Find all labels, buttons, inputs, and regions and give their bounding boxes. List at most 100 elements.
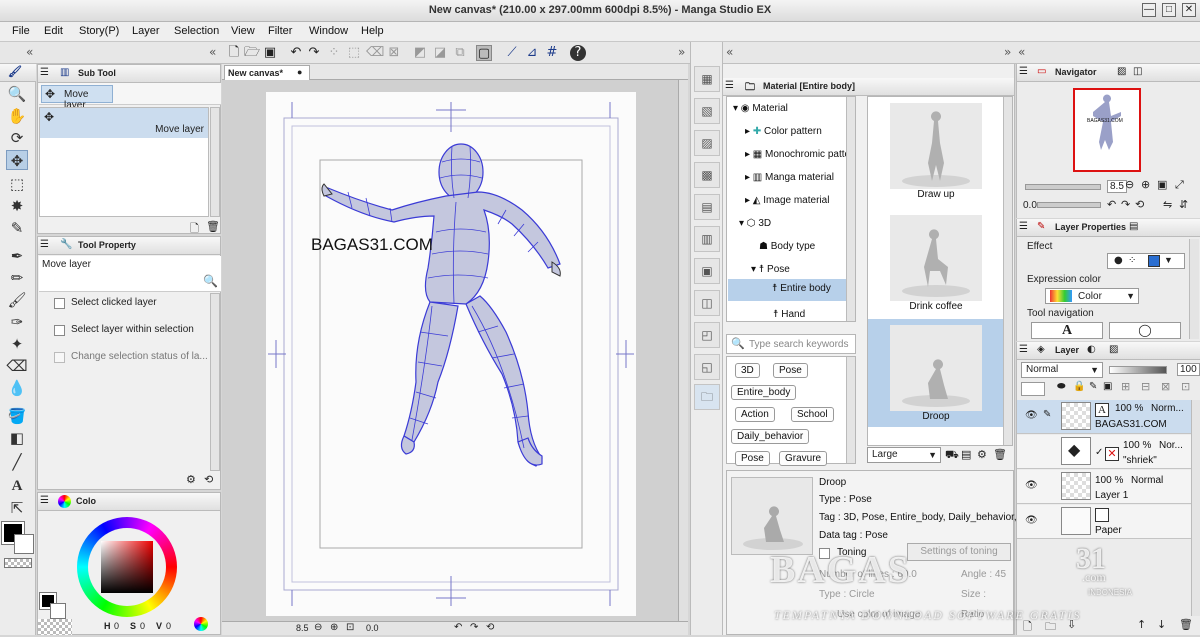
- minimize-button[interactable]: —: [1142, 3, 1156, 17]
- layer-properties-menu-icon[interactable]: ☰: [1019, 221, 1028, 232]
- layer-options-icon[interactable]: ⊡: [1181, 380, 1190, 393]
- tag-pose[interactable]: Pose: [735, 451, 770, 466]
- clear-icon[interactable]: ⁘: [326, 45, 342, 61]
- tag-gravure[interactable]: Gravure: [779, 451, 828, 466]
- undo-icon[interactable]: ↶: [288, 45, 304, 61]
- tag-daily-behavior[interactable]: Daily_behavior: [731, 429, 810, 444]
- marquee-tool-icon[interactable]: ⬚: [6, 174, 28, 194]
- layer-row-layer1[interactable]: 👁 100 % Normal Layer 1: [1017, 470, 1200, 504]
- layer-properties-tab-label[interactable]: Layer Properties: [1055, 222, 1126, 232]
- animation-tab-icon[interactable]: ◐: [1087, 344, 1096, 355]
- paste-material-icon[interactable]: ⛟: [945, 448, 959, 463]
- line-tool-icon[interactable]: ╱: [6, 452, 28, 472]
- draft-layer-icon[interactable]: ✎: [1089, 381, 1097, 392]
- tree-item-hand[interactable]: ☨ Hand: [773, 309, 805, 320]
- blend-mode-select[interactable]: Normal ▼: [1021, 362, 1103, 378]
- thumbnail-scrollbar[interactable]: [1003, 97, 1012, 445]
- tree-item-monochromic[interactable]: ▸ ▦ Monochromic patte: [745, 149, 850, 160]
- menu-edit[interactable]: Edit: [44, 25, 63, 37]
- subtool-group-button[interactable]: ✥ Move layer: [41, 85, 113, 111]
- material-strip-image-icon[interactable]: ▩: [694, 162, 720, 188]
- menu-file[interactable]: File: [12, 25, 30, 37]
- tree-item-3d[interactable]: ▾ ⬡ 3D: [739, 218, 771, 229]
- tag-action[interactable]: Action: [735, 407, 775, 422]
- lock-layer-icon[interactable]: 🔒: [1073, 381, 1085, 392]
- material-strip-picture-icon[interactable]: ◰: [694, 322, 720, 348]
- reference-layer-icon[interactable]: ⬬: [1057, 381, 1066, 392]
- delete-subtool-icon[interactable]: 🗑: [206, 220, 220, 233]
- material-menu-icon[interactable]: ☰: [725, 80, 734, 91]
- hue-ring[interactable]: [77, 517, 177, 617]
- tool-settings-gear-icon[interactable]: ⚙: [186, 473, 196, 486]
- nav-zoom-out-icon[interactable]: ⊖: [1125, 178, 1134, 191]
- navigator-tab-label[interactable]: Navigator: [1055, 67, 1097, 77]
- airbrush-tool-icon[interactable]: ✑: [6, 312, 28, 332]
- fit-view-icon[interactable]: ⊡: [346, 622, 354, 633]
- history-tab-icon[interactable]: ▨: [1109, 344, 1118, 355]
- subtool-scrollbar[interactable]: [210, 107, 220, 217]
- menu-story[interactable]: Story(P): [79, 25, 119, 37]
- collapse-canvas-icon[interactable]: »: [678, 45, 685, 59]
- clear-selection-icon[interactable]: ⌫: [366, 45, 384, 61]
- saturation-square[interactable]: [101, 541, 153, 593]
- object-tool-icon[interactable]: ⇱: [6, 498, 28, 518]
- color-mode-icon[interactable]: [194, 617, 208, 631]
- material-strip-pattern-icon[interactable]: ▧: [694, 98, 720, 124]
- eraser-tool-icon[interactable]: ⌫: [6, 356, 28, 376]
- gradient-tool-icon[interactable]: ◧: [6, 428, 28, 448]
- expression-color-select[interactable]: Color ▼: [1045, 288, 1139, 304]
- navigator-zoom-slider[interactable]: [1025, 184, 1101, 190]
- fill-icon[interactable]: ◪: [432, 45, 448, 61]
- nav-rotate-left-icon[interactable]: ↶: [1107, 198, 1116, 211]
- help-icon[interactable]: ?: [570, 45, 586, 61]
- rotate-right-icon[interactable]: ↷: [470, 622, 478, 633]
- material-strip-effect-icon[interactable]: ◫: [694, 290, 720, 316]
- new-file-icon[interactable]: 🗋: [226, 45, 242, 61]
- mask-layer-icon[interactable]: ▣: [1103, 381, 1112, 392]
- layer-tab-label[interactable]: Layer: [1055, 345, 1079, 355]
- tree-item-pose[interactable]: ▾ ☨ Pose: [751, 264, 790, 275]
- tree-item-image-material[interactable]: ▸ ◭ Image material: [745, 195, 829, 206]
- text-navigation-button[interactable]: A: [1031, 322, 1103, 339]
- thumbnail-draw-up[interactable]: Draw up: [868, 97, 1004, 207]
- opacity-slider[interactable]: [1109, 366, 1167, 374]
- edit-pen-icon[interactable]: ✎: [1043, 409, 1051, 420]
- toning-settings-button[interactable]: Settings of toning: [907, 543, 1011, 561]
- new-folder-icon[interactable]: ⊠: [1161, 380, 1170, 393]
- menu-selection[interactable]: Selection: [174, 25, 219, 37]
- tag-pose[interactable]: Pose: [773, 363, 808, 378]
- effect-buttons[interactable]: ● ⁘ ▼: [1107, 253, 1185, 269]
- collapse-nav-icon[interactable]: »: [1004, 45, 1011, 59]
- navigator-rotate-slider[interactable]: [1037, 202, 1101, 208]
- tag-entire-body[interactable]: Entire_body: [731, 385, 797, 400]
- visibility-eye-icon[interactable]: 👁: [1025, 515, 1038, 526]
- collapse-subtool-icon[interactable]: «: [209, 45, 216, 59]
- rotate-left-icon[interactable]: ↶: [454, 622, 462, 633]
- select-within-selection-checkbox[interactable]: [54, 325, 65, 336]
- brush-tool-icon[interactable]: 🖌: [6, 290, 28, 310]
- info-tab-icon[interactable]: ◫: [1133, 66, 1142, 77]
- secondary-color-swatch[interactable]: [50, 603, 66, 619]
- open-file-icon[interactable]: 🗁: [244, 45, 260, 61]
- subtool-menu-icon[interactable]: ☰: [40, 67, 49, 78]
- sub-color-swatch[interactable]: [14, 534, 34, 554]
- zoom-out-icon[interactable]: ⊖: [314, 622, 322, 633]
- invert-icon[interactable]: ⧉: [452, 45, 468, 61]
- material-strip-screen-icon[interactable]: ▥: [694, 226, 720, 252]
- magic-wand-tool-icon[interactable]: ✸: [6, 196, 28, 216]
- thumbnail-size-select[interactable]: Large ▼: [867, 447, 941, 463]
- tool-property-tab-label[interactable]: Tool Property: [78, 240, 136, 250]
- zoom-in-icon[interactable]: ⊕: [330, 622, 338, 633]
- document-tab[interactable]: New canvas* ●: [224, 65, 310, 80]
- balloon-navigation-button[interactable]: ◯: [1109, 322, 1181, 339]
- material-strip-color-icon[interactable]: ▦: [694, 66, 720, 92]
- thumbnail-droop[interactable]: Droop: [868, 319, 1004, 427]
- tool-property-menu-icon[interactable]: ☰: [40, 239, 49, 250]
- menu-filter[interactable]: Filter: [268, 25, 292, 37]
- subtool-item-move-layer[interactable]: ✥ Move layer: [40, 108, 208, 138]
- text-tool-icon[interactable]: A: [6, 476, 28, 496]
- layer-list-scrollbar[interactable]: [1191, 400, 1200, 616]
- tool-settings-icon[interactable]: 🔍: [203, 274, 218, 288]
- material-tab-label[interactable]: Material [Entire body]: [763, 81, 855, 91]
- reset-rotation-icon[interactable]: ⟲: [486, 622, 494, 633]
